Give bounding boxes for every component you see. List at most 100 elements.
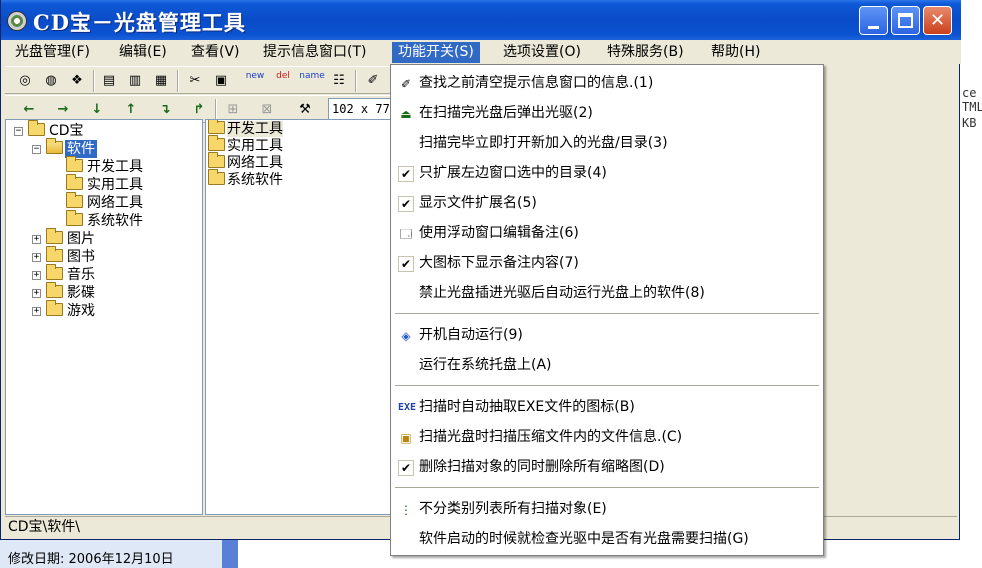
menu-option-eject-after-scan[interactable]: ⏏ 在扫描完光盘后弹出光驱(2) [393,99,821,127]
toolbar-separator [93,70,95,92]
menu-edit[interactable]: 编辑(E) [113,42,173,63]
menu-option-label: 查找之前清空提示信息窗口的信息.(1) [419,75,654,91]
multi-disc-icon[interactable]: ❖ [67,71,87,91]
expand-movies-toggle[interactable]: + [32,289,41,298]
tree-node-label: 系统软件 [87,213,143,229]
menu-special-services[interactable]: 特殊服务(B) [601,42,690,63]
tree-list-icon: ⋮ [400,503,412,517]
close-button[interactable]: ✕ [923,6,952,35]
menu-separator [395,313,819,314]
menu-option-list-all-uncategorized[interactable]: ⋮ 不分类别列表所有扫描对象(E) [393,495,821,523]
large-icons-view-icon[interactable]: ⊞ [223,100,243,120]
menu-option-label: 大图标下显示备注内容(7) [419,255,579,271]
properties-icon[interactable]: ☷ [329,71,349,91]
background-scrollbar [222,540,238,568]
list-item[interactable]: 网络工具 [208,152,283,172]
clear-icon[interactable]: ✐ [363,71,383,91]
rename-button[interactable]: name [299,71,325,91]
zoom-tool-icon[interactable]: ⚒ [295,100,315,120]
tree-node-network-tools[interactable]: 网络工具 [66,192,145,212]
expand-music-toggle[interactable]: + [32,271,41,280]
arrow-turn-down-icon[interactable]: ↴ [155,100,175,120]
checkmark-icon: ✔ [398,166,414,182]
menu-option-delete-thumbnails[interactable]: ✔ 删除扫描对象的同时删除所有缩略图(D) [393,453,821,481]
menu-help[interactable]: 帮助(H) [705,42,766,63]
tree-node-system-software[interactable]: 系统软件 [66,210,145,230]
menu-option-label: 扫描光盘时扫描压缩文件内的文件信息.(C) [419,429,683,445]
menu-option-open-after-scan[interactable]: 扫描完毕立即打开新加入的光盘/目录(3) [393,129,821,157]
menu-option-check-drive-on-start[interactable]: 软件启动的时候就检查光驱中是否有光盘需要扫描(G) [393,525,821,553]
import-icon[interactable]: ▤ [99,71,119,91]
list-item-label: 开发工具 [227,121,283,137]
delete-button[interactable]: del [271,71,295,91]
list-item[interactable]: 实用工具 [208,135,283,155]
folder-icon [46,282,63,298]
tree-node-utilities[interactable]: 实用工具 [66,174,145,194]
tree-node-dev-tools[interactable]: 开发工具 [66,156,145,176]
menu-option-label: 软件启动的时候就检查光驱中是否有光盘需要扫描(G) [419,531,749,547]
toolbar-separator [215,99,217,121]
scan-disc-icon[interactable]: ◎ [15,71,35,91]
menu-disc-management[interactable]: 光盘管理(F) [9,42,96,63]
menu-option-show-extensions[interactable]: ✔ 显示文件扩展名(5) [393,189,821,217]
menu-options[interactable]: 选项设置(O) [497,42,587,63]
expand-pictures-toggle[interactable]: + [32,235,41,244]
menu-option-extract-exe-icons[interactable]: EXE 扫描时自动抽取EXE文件的图标(B) [393,393,821,421]
new-folder-button[interactable]: new [243,71,267,91]
list-item[interactable]: 开发工具 [208,120,283,138]
arrow-turn-up-icon[interactable]: ↱ [189,100,209,120]
function-switches-menu: ✐ 查找之前清空提示信息窗口的信息.(1) ⏏ 在扫描完光盘后弹出光驱(2) 扫… [390,64,824,556]
menu-option-clear-info-before-search[interactable]: ✐ 查找之前清空提示信息窗口的信息.(1) [393,69,821,97]
name-label: name [299,71,325,81]
thumbnail-size-field[interactable]: 102 x 77 [328,98,394,120]
maximize-icon [898,13,913,28]
background-details-panel: 修改日期: 2006年12月10日 [0,540,222,568]
menu-bar: 光盘管理(F) 编辑(E) 查看(V) 提示信息窗口(T) 功能开关(S) 选项… [1,40,961,64]
cut-icon[interactable]: ✂ [185,71,205,91]
minimize-icon [868,26,879,29]
arrow-down-icon[interactable]: ↓ [87,100,107,120]
arrow-right-icon[interactable]: → [53,100,73,120]
title-bar[interactable]: CD宝－光盘管理工具 ✕ [1,0,961,40]
find-disc-icon[interactable]: ◍ [41,71,61,91]
menu-option-label: 扫描时自动抽取EXE文件的图标(B) [419,399,635,415]
folder-icon [46,264,63,280]
expand-games-toggle[interactable]: + [32,307,41,316]
export-icon[interactable]: ▥ [125,71,145,91]
menu-option-show-notes-large-icons[interactable]: ✔ 大图标下显示备注内容(7) [393,249,821,277]
menu-option-floating-note-editor[interactable]: 🗔 使用浮动窗口编辑备注(6) [393,219,821,247]
menu-option-expand-selected-only[interactable]: ✔ 只扩展左边窗口选中的目录(4) [393,159,821,187]
search-icon[interactable]: ▦ [151,71,171,91]
menu-function-switches[interactable]: 功能开关(S) [392,42,480,63]
toolbar-separator [355,70,357,92]
paste-icon[interactable]: ▣ [211,71,231,91]
menu-option-scan-archives[interactable]: ▣ 扫描光盘时扫描压缩文件内的文件信息.(C) [393,423,821,451]
collapse-root-toggle[interactable]: − [14,127,23,136]
maximize-button[interactable] [891,6,920,35]
minimize-button[interactable] [859,6,888,35]
folder-icon [66,192,83,208]
tree-node-label: 音乐 [67,267,95,283]
arrow-left-icon[interactable]: ← [19,100,39,120]
collapse-software-toggle[interactable]: − [32,145,41,154]
window-icon: 🗔 [399,227,413,241]
menu-option-label: 不分类别列表所有扫描对象(E) [419,501,607,517]
menu-option-run-in-tray[interactable]: 运行在系统托盘上(A) [393,351,821,379]
close-icon: ✕ [929,10,946,31]
eject-icon: ⏏ [400,107,412,121]
menu-info-window[interactable]: 提示信息窗口(T) [257,42,372,63]
menu-option-run-at-startup[interactable]: ◈ 开机自动运行(9) [393,321,821,349]
folder-icon [208,135,225,151]
tree-node-games[interactable]: 游戏 [46,300,97,320]
arrow-up-icon[interactable]: ↑ [121,100,141,120]
tree-node-label: 影碟 [67,285,95,301]
thumbnail-view-icon[interactable]: ⊠ [257,100,277,120]
expand-books-toggle[interactable]: + [32,253,41,262]
folder-icon [46,228,63,244]
tree-node-root[interactable]: CD宝 [28,120,86,140]
folder-open-icon [46,138,63,154]
list-item[interactable]: 系统软件 [208,169,283,189]
menu-view[interactable]: 查看(V) [185,42,246,63]
menu-option-disable-autorun[interactable]: 禁止光盘插进光驱后自动运行光盘上的软件(8) [393,279,821,307]
menu-option-label: 只扩展左边窗口选中的目录(4) [419,165,607,181]
